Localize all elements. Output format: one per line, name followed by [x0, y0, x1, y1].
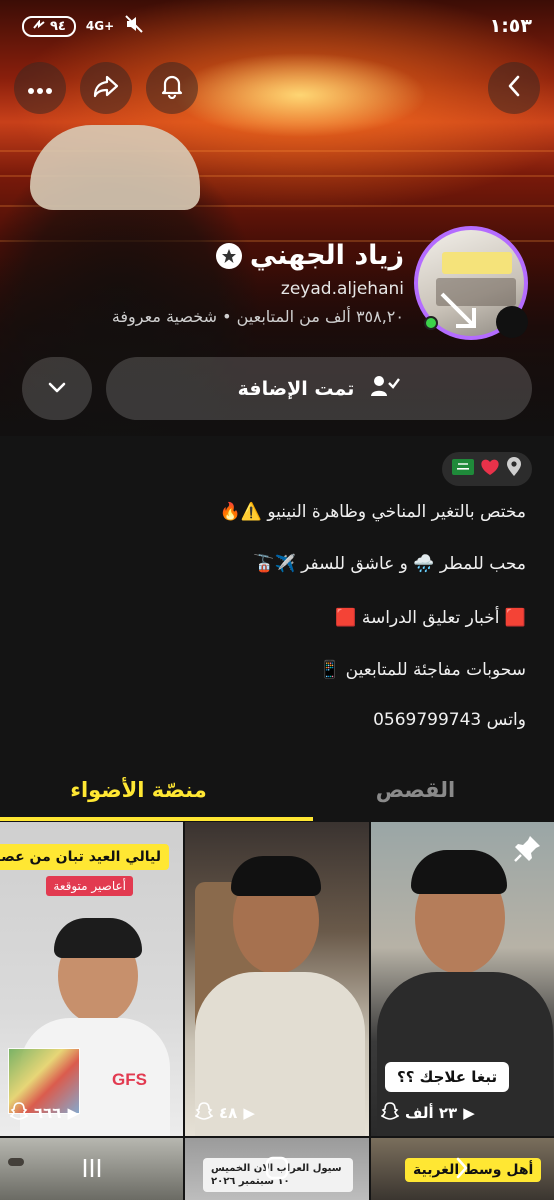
- tile-subcaption: أعاصير متوقعة: [46, 876, 133, 896]
- notifications-button[interactable]: [146, 62, 198, 114]
- bio-line-3: 🟥 أخبار تعليق الدراسة 🟥: [335, 608, 526, 628]
- verified-star-icon: [215, 242, 242, 269]
- bio-line-1: مختص بالتغير المناخي وظاهرة النينيو ⚠️🔥: [219, 502, 526, 522]
- home-icon: [264, 1155, 290, 1185]
- display-name-row: زياد الجهني: [112, 240, 404, 271]
- location-pill[interactable]: [442, 452, 532, 486]
- mute-icon: [124, 15, 144, 37]
- chevron-right-icon: [507, 75, 521, 101]
- home-button[interactable]: [247, 1148, 307, 1192]
- ghost-icon: [194, 1102, 214, 1124]
- location-icon: [506, 457, 522, 481]
- chevron-right-icon: [454, 1156, 470, 1184]
- spotlight-tile[interactable]: ليالي العيد تبان من عصاريها أعاصير متوقع…: [0, 822, 183, 1136]
- spotlight-tile[interactable]: ٤٨ ▶: [185, 822, 369, 1136]
- share-button[interactable]: [80, 62, 132, 114]
- view-count: ٦٦٦: [34, 1104, 62, 1122]
- status-bar: ٩٤ 4G+ ١:٥٣: [0, 0, 554, 52]
- expand-actions-button[interactable]: [22, 357, 92, 420]
- view-count: ٤٨: [219, 1104, 238, 1122]
- system-back-button[interactable]: [432, 1148, 492, 1192]
- bio-line-5[interactable]: واتس 0569799743: [373, 710, 526, 730]
- follower-meta: ٣٥٨,٢٠ ألف من المتابعين • شخصية معروفة: [111, 307, 404, 326]
- bell-icon: [160, 73, 184, 103]
- ghost-icon: [380, 1102, 400, 1124]
- profile-info: زياد الجهني zeyad.aljehani ٣٥٨,٢٠ ألف من…: [112, 240, 404, 326]
- chevron-down-icon: [48, 379, 66, 398]
- heart-icon: [480, 458, 500, 480]
- username: zeyad.aljehani: [280, 279, 404, 299]
- display-name: زياد الجهني: [249, 240, 404, 271]
- online-indicator: [424, 316, 438, 330]
- view-count: ٢٣ ألف: [405, 1104, 458, 1122]
- more-icon: [28, 79, 52, 98]
- recent-apps-icon: [80, 1156, 104, 1184]
- tile-views: ٤٨ ▶: [194, 1102, 255, 1124]
- active-tab-indicator: [0, 817, 313, 821]
- clock: ١:٥٣: [489, 15, 532, 37]
- tile-caption: ليالي العيد تبان من عصاريها: [0, 844, 169, 870]
- share-icon: [93, 74, 119, 102]
- play-icon: ▶: [67, 1104, 80, 1122]
- content-tabs: منصّة الأضواء القصص: [0, 760, 554, 821]
- battery-icon: [32, 18, 46, 34]
- recent-apps-button[interactable]: [62, 1148, 122, 1192]
- tab-stories[interactable]: القصص: [277, 760, 554, 820]
- more-options-button[interactable]: [14, 62, 66, 114]
- bio-line-4: سحوبات مفاجئة للمتابعين 📱: [319, 660, 526, 680]
- battery-level: ٩٤: [50, 18, 66, 34]
- added-label: تمت الإضافة: [237, 377, 355, 400]
- play-icon: ▶: [463, 1104, 475, 1122]
- system-nav-bar: [0, 1140, 554, 1200]
- bio-section: مختص بالتغير المناخي وظاهرة النينيو ⚠️🔥 …: [0, 436, 554, 760]
- pin-icon: [512, 834, 542, 868]
- saudi-flag-icon: [452, 459, 474, 479]
- added-friend-button[interactable]: تمت الإضافة: [106, 357, 532, 420]
- bio-line-2: محب للمطر 🌧️ و عاشق للسفر ✈️🚡: [253, 554, 526, 574]
- user-check-icon: [370, 374, 401, 403]
- battery-indicator: ٩٤: [22, 15, 76, 37]
- network-label: 4G+: [85, 19, 115, 33]
- tile-caption: تبغا علاجك ؟؟: [385, 1062, 510, 1092]
- gfs-label: GFS: [112, 1070, 147, 1089]
- back-button[interactable]: [488, 62, 540, 114]
- tile-views: ٢٣ ألف ▶: [380, 1102, 475, 1124]
- play-icon: ▶: [243, 1104, 255, 1122]
- ghost-icon: [9, 1102, 29, 1124]
- tab-spotlight[interactable]: منصّة الأضواء: [0, 760, 277, 820]
- spotlight-tile[interactable]: تبغا علاجك ؟؟ ٢٣ ألف ▶: [371, 822, 554, 1136]
- tile-views: ٦٦٦ ▶: [9, 1102, 80, 1124]
- avatar-corner-badge: [496, 306, 528, 338]
